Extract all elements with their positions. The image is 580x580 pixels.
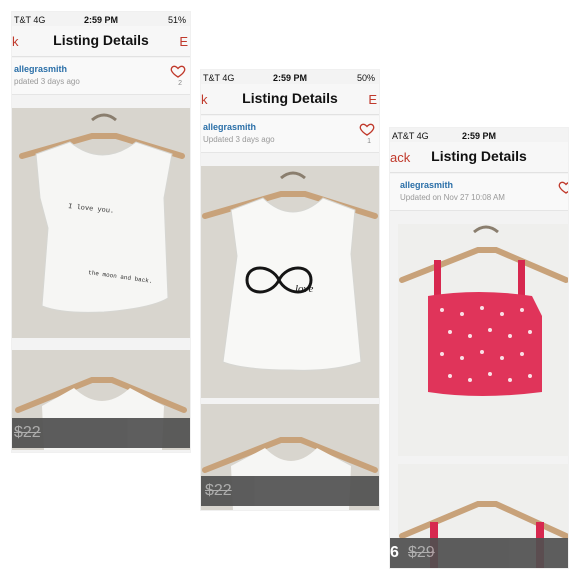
posted-time: Updated 3 days ago <box>203 135 275 144</box>
heart-icon[interactable] <box>170 63 186 79</box>
screenshot-1: T&T 4G 2:59 PM 51% k Listing Details E a… <box>12 12 190 452</box>
battery-level: 50% <box>356 73 375 83</box>
page-title: Listing Details <box>242 90 338 106</box>
price-bar: $22 <box>201 476 379 506</box>
page-title: Listing Details <box>53 32 149 48</box>
seller-username[interactable]: allegrasmith <box>400 180 453 190</box>
edit-button[interactable]: E <box>368 92 377 107</box>
seller-row[interactable]: allegrasmith Updated 3 days ago 1 <box>201 116 379 153</box>
nav-bar: ack Listing Details <box>390 142 568 173</box>
clock: 2:59 PM <box>272 73 307 83</box>
heart-icon[interactable] <box>359 121 375 137</box>
tank-top-image: I love you. the moon and back. <box>12 108 190 338</box>
nav-bar: k Listing Details E <box>12 26 190 57</box>
seller-row[interactable]: allegrasmith pdated 3 days ago 2 <box>12 58 190 95</box>
crop-top-image <box>398 224 568 456</box>
original-price: $22 <box>14 424 41 441</box>
listing-photo[interactable]: I love you. the moon and back. <box>12 108 190 338</box>
original-price: $29 <box>408 544 435 561</box>
posted-time: pdated 3 days ago <box>14 77 80 86</box>
clock: 2:59 PM <box>83 15 118 25</box>
price: 6 <box>390 544 399 561</box>
screenshot-2: T&T 4G 2:59 PM 50% k Listing Details E a… <box>201 70 379 510</box>
shirt-print-text: love <box>295 283 313 295</box>
status-bar: T&T 4G 2:59 PM 50% <box>201 70 379 84</box>
price-bar: $22 <box>12 418 190 448</box>
nav-bar: k Listing Details E <box>201 84 379 115</box>
battery-level: 51% <box>167 15 186 25</box>
clock: 2:59 PM <box>461 131 496 141</box>
seller-username[interactable]: allegrasmith <box>203 122 256 132</box>
page-title: Listing Details <box>431 148 527 164</box>
listing-photo[interactable]: love <box>201 166 379 398</box>
status-bar: T&T 4G 2:59 PM 51% <box>12 12 190 26</box>
price-bar: 6 $29 <box>390 538 568 568</box>
listing-photo[interactable] <box>398 224 568 456</box>
edit-button[interactable]: E <box>179 34 188 49</box>
screenshot-3: AT&T 4G 2:59 PM ack Listing Details alle… <box>390 128 568 568</box>
seller-row[interactable]: allegrasmith Updated on Nov 27 10:08 AM <box>390 174 568 211</box>
original-price: $22 <box>205 482 232 499</box>
posted-time: Updated on Nov 27 10:08 AM <box>400 193 505 202</box>
seller-username[interactable]: allegrasmith <box>14 64 67 74</box>
status-bar: AT&T 4G 2:59 PM <box>390 128 568 142</box>
crop-top-image: love <box>201 166 379 398</box>
like-count: 1 <box>367 138 371 145</box>
heart-icon[interactable] <box>558 179 568 195</box>
like-count: 2 <box>178 80 182 87</box>
